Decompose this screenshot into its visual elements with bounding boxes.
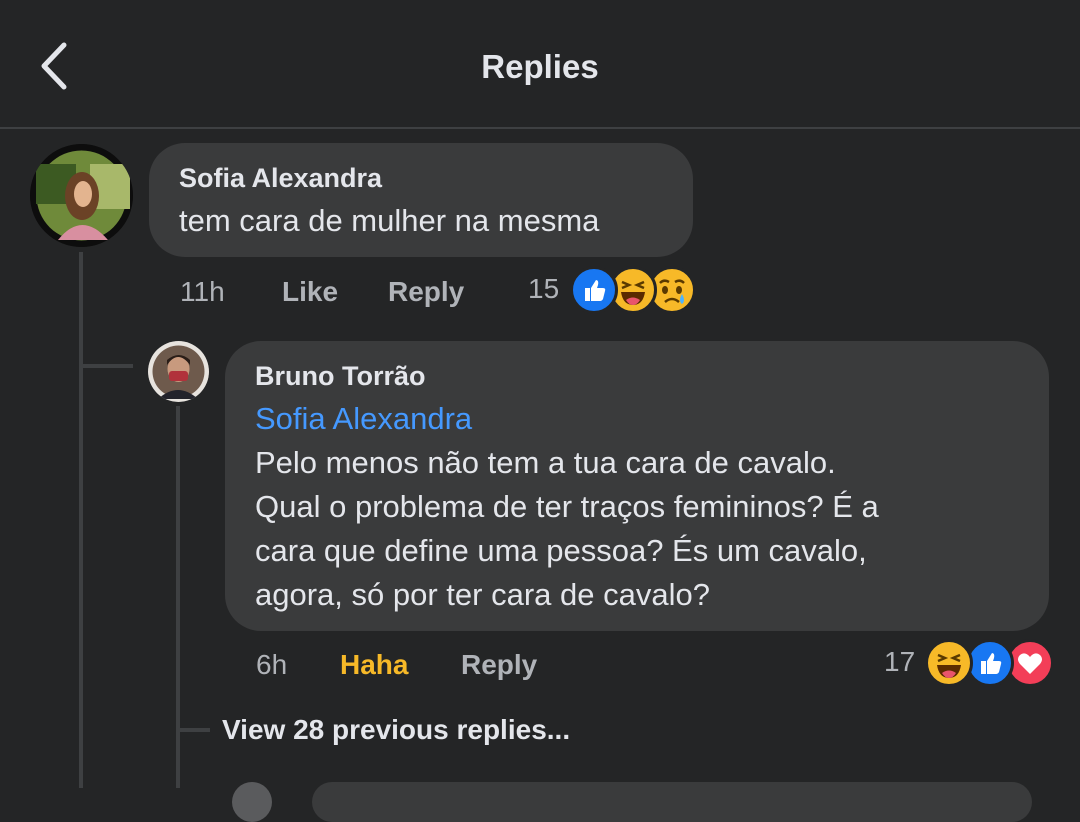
like-icon[interactable] [966, 639, 1014, 687]
like-icon[interactable] [570, 266, 618, 314]
header-bar: Replies [0, 0, 1080, 129]
reply-text-line: Qual o problema de ter traços femininos?… [255, 489, 879, 524]
comment-bubble[interactable]: Sofia Alexandra tem cara de mulher na me… [149, 143, 693, 257]
reaction-count[interactable]: 15 [528, 273, 559, 305]
next-bubble-partial [312, 782, 1032, 822]
like-button[interactable]: Like [282, 276, 338, 308]
reply-time: 6h [256, 649, 288, 680]
comment-time: 11h [180, 276, 225, 307]
mention-link[interactable]: Sofia Alexandra [255, 397, 472, 441]
reply-text-line: agora, só por ter cara de cavalo? [255, 577, 710, 612]
reply-bubble[interactable]: Bruno Torrão Sofia Alexandra Pelo menos … [225, 341, 1049, 631]
page-title: Replies [481, 48, 599, 85]
comment-author[interactable]: Sofia Alexandra [179, 163, 382, 194]
reply-button[interactable]: Reply [388, 276, 464, 308]
thread-line-branch [83, 364, 133, 368]
avatar[interactable] [148, 341, 209, 402]
reply-author[interactable]: Bruno Torrão [255, 361, 426, 392]
haha-icon[interactable] [925, 639, 973, 687]
reply-text-line: Pelo menos não tem a tua cara de cavalo. [255, 445, 836, 480]
header-divider [0, 127, 1080, 129]
reaction-count[interactable]: 17 [884, 646, 915, 678]
view-previous-replies-link[interactable]: View 28 previous replies... [222, 714, 570, 746]
next-avatar-partial [232, 782, 272, 822]
reply-text-line: cara que define uma pessoa? És um cavalo… [255, 533, 867, 568]
thread-line-more [180, 728, 210, 732]
reply-text: Pelo menos não tem a tua cara de cavalo.… [255, 441, 879, 617]
reply-button[interactable]: Reply [461, 649, 537, 681]
comment-text: tem cara de mulher na mesma [179, 203, 600, 238]
haha-reaction-button[interactable]: Haha [340, 649, 408, 681]
avatar[interactable] [30, 144, 133, 247]
thread-line-main [79, 252, 83, 788]
